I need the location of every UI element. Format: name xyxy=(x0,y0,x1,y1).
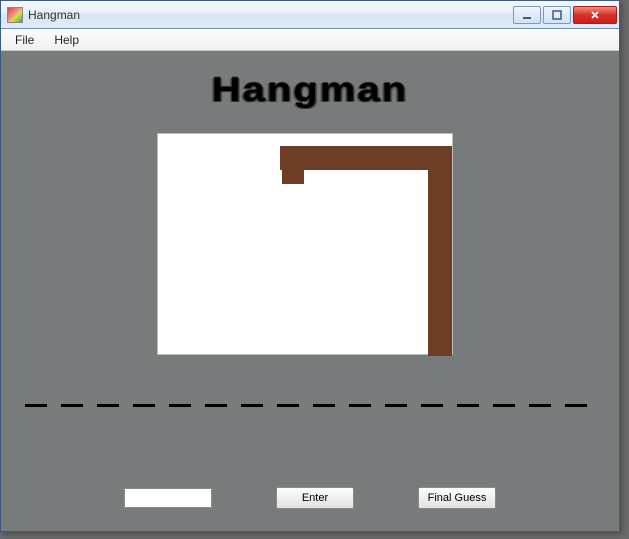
letter-slot xyxy=(277,403,299,407)
letter-slot xyxy=(493,403,515,407)
window-title: Hangman xyxy=(28,8,513,22)
letter-slot xyxy=(97,403,119,407)
menubar: File Help xyxy=(1,29,619,51)
minimize-button[interactable] xyxy=(513,6,541,24)
close-icon xyxy=(590,10,600,20)
letter-slot xyxy=(457,403,479,407)
menu-help[interactable]: Help xyxy=(44,29,89,50)
enter-button[interactable]: Enter xyxy=(276,487,354,509)
letter-slot xyxy=(529,403,551,407)
window-controls xyxy=(513,6,617,24)
maximize-icon xyxy=(552,10,562,20)
letter-slot xyxy=(205,403,227,407)
minimize-icon xyxy=(522,10,532,20)
letter-slot xyxy=(61,403,83,407)
gallows-hook xyxy=(282,146,304,184)
controls-row: Enter Final Guess xyxy=(1,487,619,509)
letter-slot xyxy=(349,403,371,407)
titlebar[interactable]: Hangman xyxy=(1,1,619,29)
letter-slot xyxy=(133,403,155,407)
game-canvas xyxy=(157,133,453,355)
menu-file[interactable]: File xyxy=(5,29,44,50)
word-slots xyxy=(25,403,595,407)
letter-slot xyxy=(565,403,587,407)
guess-input[interactable] xyxy=(124,488,212,508)
gallows-beam xyxy=(280,146,452,170)
letter-slot xyxy=(25,403,47,407)
app-window: Hangman File Help Hangman Enter xyxy=(0,0,620,532)
maximize-button[interactable] xyxy=(543,6,571,24)
letter-slot xyxy=(169,403,191,407)
letter-slot xyxy=(385,403,407,407)
letter-slot xyxy=(241,403,263,407)
game-title: Hangman xyxy=(1,71,619,110)
client-area: Hangman Enter Final Guess xyxy=(1,51,619,531)
app-icon xyxy=(7,7,23,23)
close-button[interactable] xyxy=(573,6,617,24)
letter-slot xyxy=(313,403,335,407)
final-guess-button[interactable]: Final Guess xyxy=(418,487,496,509)
gallows-post xyxy=(428,146,452,356)
letter-slot xyxy=(421,403,443,407)
